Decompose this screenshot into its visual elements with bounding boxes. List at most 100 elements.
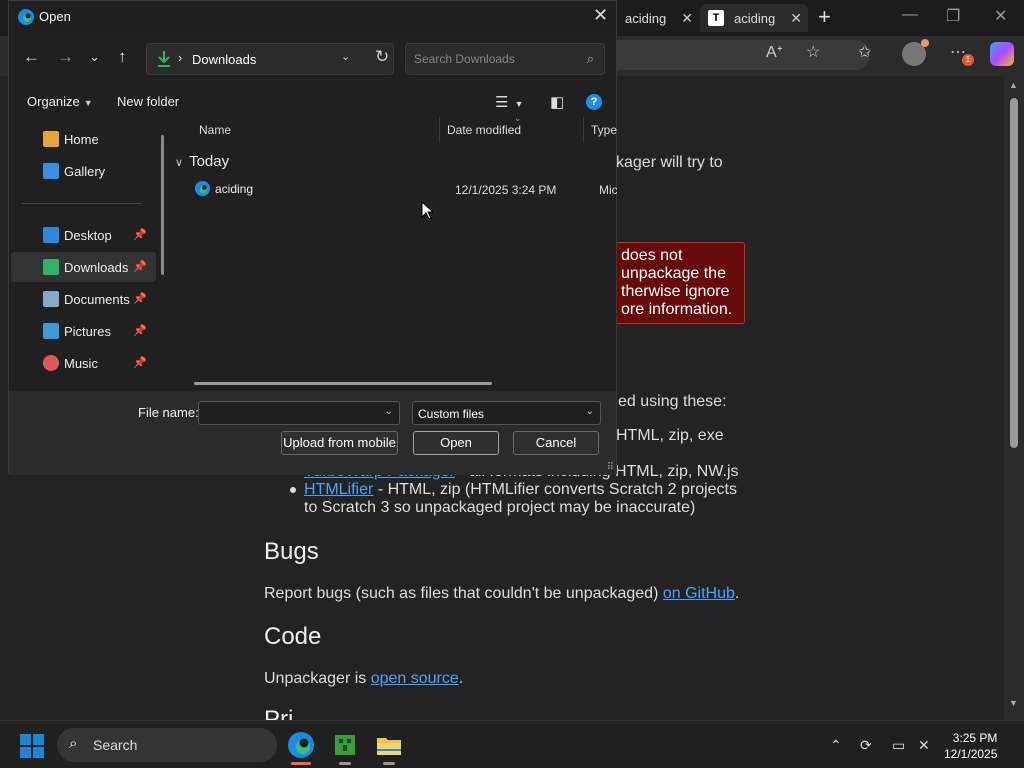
nav-item-pictures[interactable]: Pictures 📌: [11, 316, 156, 346]
list-item-text: to Scratch 3 so unpackaged project may b…: [304, 499, 696, 516]
bugs-text: Report bugs (such as files that couldn't…: [264, 585, 663, 602]
horizontal-scrollbar[interactable]: [194, 382, 492, 385]
code-end: .: [458, 670, 464, 687]
file-name-field[interactable]: ⌄: [198, 401, 400, 425]
column-divider[interactable]: [583, 117, 584, 143]
taskbar-search[interactable]: ⌕ Search: [57, 728, 277, 762]
column-header-name[interactable]: Name: [199, 123, 231, 137]
scroll-down-icon[interactable]: ▼: [1009, 698, 1018, 708]
show-hidden-icons[interactable]: ⌃: [830, 737, 842, 754]
minecraft-icon: [335, 735, 355, 755]
new-tab-button[interactable]: +: [818, 4, 831, 30]
refresh-icon[interactable]: ↻: [375, 47, 389, 67]
column-header-type[interactable]: Type: [591, 123, 617, 137]
scroll-up-icon[interactable]: ▲: [1009, 80, 1018, 90]
chevron-down-icon: ▼: [83, 98, 93, 108]
command-bar: Organize ▼ New folder ☰ ▼ ◧ ?: [9, 87, 616, 117]
browser-tab[interactable]: aciding ✕: [617, 4, 699, 32]
network-icon[interactable]: ▭: [892, 737, 905, 754]
nav-item-gallery[interactable]: Gallery: [11, 156, 156, 186]
scrollbar-thumb[interactable]: [1010, 98, 1018, 448]
group-header-today[interactable]: ∨ Today: [175, 153, 229, 170]
recent-locations-button[interactable]: ⌄: [89, 49, 100, 65]
file-type-filter[interactable]: Custom files ⌄: [412, 401, 601, 425]
new-folder-button[interactable]: New folder: [117, 94, 179, 109]
nav-item-documents[interactable]: Documents 📌: [11, 284, 156, 314]
back-button[interactable]: ←: [23, 47, 40, 67]
close-tab-icon[interactable]: ✕: [790, 10, 802, 27]
github-link[interactable]: on GitHub: [663, 585, 735, 602]
open-button[interactable]: Open: [413, 431, 499, 455]
read-aloud-icon[interactable]: Aᐩ: [766, 42, 783, 62]
profile-icon[interactable]: [902, 39, 929, 66]
forward-button[interactable]: →: [57, 47, 74, 67]
sync-icon[interactable]: ⟳: [860, 737, 872, 754]
close-tab-icon[interactable]: ✕: [681, 10, 693, 27]
maximize-button[interactable]: ❐: [946, 6, 960, 26]
dialog-title-bar[interactable]: Open ✕: [9, 1, 616, 33]
edge-icon: [18, 9, 34, 25]
nav-item-music[interactable]: Music 📌: [11, 348, 156, 378]
open-source-link[interactable]: open source: [371, 670, 459, 687]
preview-pane-icon[interactable]: ◧: [550, 93, 564, 111]
file-type-filter-value: Custom files: [418, 407, 485, 421]
bugs-heading: Bugs: [264, 538, 319, 565]
path-dropdown-icon[interactable]: ⌄: [341, 50, 350, 63]
up-folder-button[interactable]: ↑: [118, 47, 127, 67]
search-input[interactable]: [406, 44, 576, 74]
warning-line: therwise ignore: [621, 283, 730, 300]
browser-tab-active[interactable]: T aciding ✕: [700, 4, 808, 32]
copilot-icon[interactable]: [990, 42, 1014, 66]
nav-item-home[interactable]: Home: [11, 124, 156, 154]
organize-button[interactable]: Organize ▼: [27, 94, 93, 109]
chevron-down-icon[interactable]: ⌄: [385, 406, 393, 417]
column-divider[interactable]: [439, 117, 440, 143]
file-name-input[interactable]: [199, 402, 379, 424]
address-path[interactable]: › Downloads ⌄ ↻: [146, 43, 394, 75]
cancel-button[interactable]: Cancel: [513, 431, 599, 455]
nav-pane-scrollbar[interactable]: [161, 135, 164, 275]
chevron-down-icon: ⌄: [585, 406, 594, 417]
taskbar: ⌕ Search ⌃ ⟳ ▭ ✕ 3:25 PM 12/1/2025: [0, 720, 1024, 768]
bugs-paragraph: Report bugs (such as files that couldn't…: [264, 585, 739, 603]
tab-label: aciding: [734, 10, 776, 26]
file-row[interactable]: aciding 12/1/2025 3:24 PM Micro: [167, 177, 617, 201]
list-bullet: [290, 487, 296, 493]
address-bar[interactable]: [600, 40, 870, 70]
code-paragraph: Unpackager is open source.: [264, 670, 463, 688]
page-text: ed using these:: [618, 393, 727, 410]
favorite-star-icon[interactable]: ☆: [806, 42, 820, 62]
view-options-icon[interactable]: ☰ ▼: [495, 93, 523, 111]
taskbar-search-label: Search: [93, 737, 138, 753]
list-item: HTMLifier - HTML, zip (HTMLifier convert…: [304, 481, 737, 499]
taskbar-minecraft[interactable]: [329, 729, 361, 765]
nav-item-label: Downloads: [64, 260, 129, 275]
resize-grip-icon[interactable]: ⠿: [607, 462, 614, 473]
search-box[interactable]: ⌕: [405, 43, 605, 75]
minimize-button[interactable]: —: [902, 6, 918, 24]
breadcrumb-downloads[interactable]: Downloads: [192, 52, 256, 67]
downloads-icon: [158, 51, 170, 67]
taskbar-file-explorer[interactable]: [373, 729, 405, 765]
help-icon[interactable]: ?: [586, 94, 602, 110]
taskbar-edge[interactable]: [285, 729, 317, 765]
upload-from-mobile-button[interactable]: Upload from mobile: [281, 431, 398, 455]
page-text: kager will try to: [616, 154, 723, 171]
file-explorer-icon: [377, 738, 401, 755]
column-header-date[interactable]: Date modified: [447, 123, 521, 137]
nav-item-desktop[interactable]: Desktop 📌: [11, 220, 156, 250]
volume-muted-icon[interactable]: ✕: [918, 737, 930, 754]
clock[interactable]: 3:25 PM 12/1/2025: [944, 730, 997, 762]
close-window-button[interactable]: ✕: [994, 6, 1007, 26]
htmlifier-link[interactable]: HTMLifier: [304, 481, 373, 498]
close-dialog-icon[interactable]: ✕: [593, 5, 608, 26]
favorites-icon[interactable]: ✩: [858, 42, 871, 62]
file-name: aciding: [215, 182, 254, 196]
page-scrollbar[interactable]: ▲ ▼: [1004, 76, 1024, 720]
downloads-icon: [43, 259, 59, 275]
start-button[interactable]: [20, 734, 44, 758]
warning-box: does not unpackage the therwise ignore o…: [604, 242, 745, 324]
list-item-text: - HTML, zip (HTMLifier converts Scratch …: [373, 481, 737, 498]
nav-item-downloads[interactable]: Downloads 📌: [11, 252, 156, 282]
edge-file-icon: [194, 180, 211, 197]
